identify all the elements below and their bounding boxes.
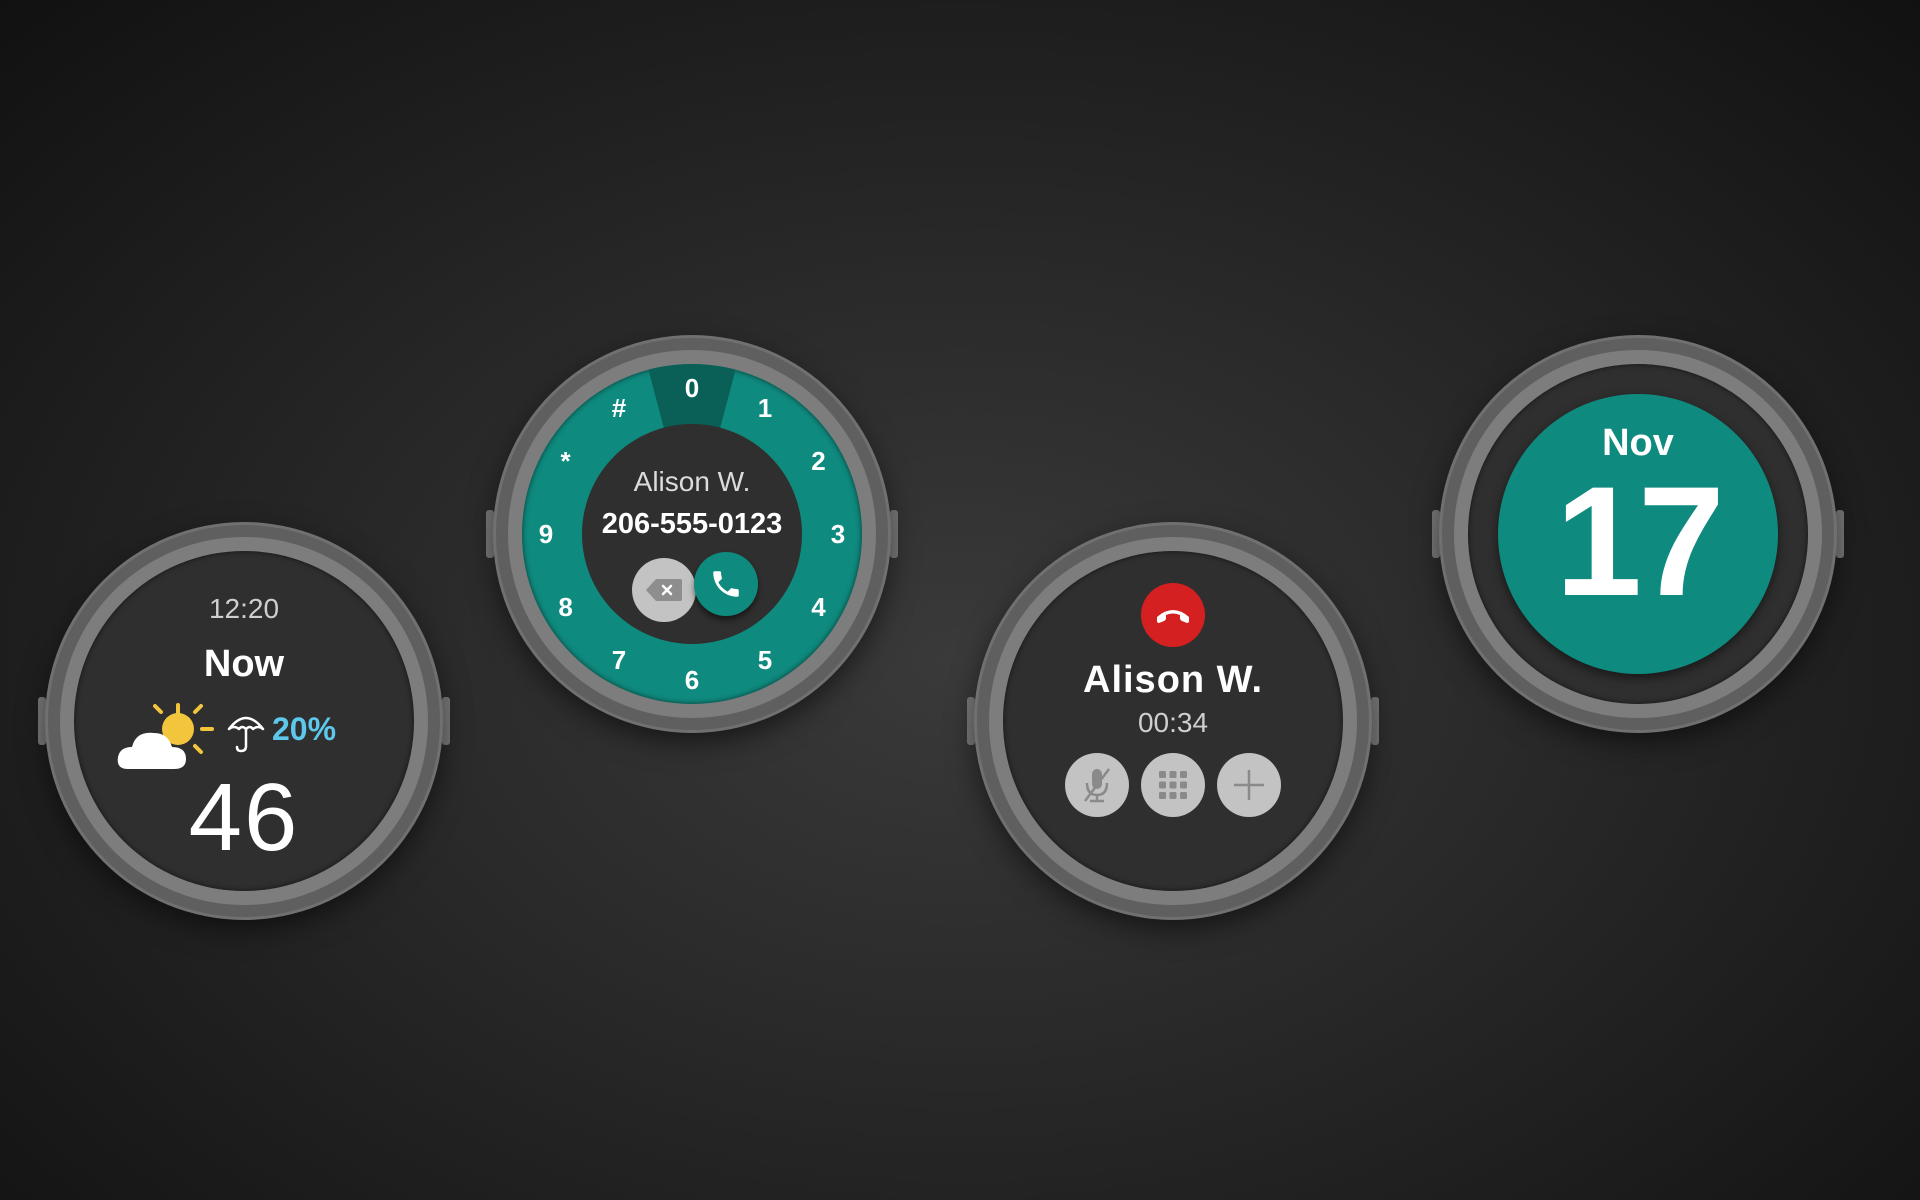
watch-face: Alison W. 00:34 bbox=[1003, 551, 1343, 891]
date-watch: Nov 17 bbox=[1432, 338, 1844, 730]
now-label: Now bbox=[203, 643, 285, 685]
dialer-center: Alison W. 206-555-0123 bbox=[582, 424, 802, 644]
watch-crown-right bbox=[1371, 697, 1379, 745]
temperature-label: 46 bbox=[188, 764, 300, 871]
umbrella-icon bbox=[227, 716, 265, 753]
dial-digit-6[interactable]: 6 bbox=[672, 660, 712, 700]
dial-digit-8[interactable]: 8 bbox=[546, 587, 586, 627]
hang-up-icon bbox=[1157, 610, 1189, 623]
dial-digit-2[interactable]: 2 bbox=[798, 441, 838, 481]
add-call-button[interactable] bbox=[1217, 753, 1281, 817]
call-duration: 00:34 bbox=[1137, 707, 1209, 738]
add-icon bbox=[1234, 770, 1264, 800]
contact-name: Alison W. bbox=[633, 466, 751, 497]
mute-mic-icon bbox=[1084, 768, 1110, 803]
phone-number: 206-555-0123 bbox=[601, 508, 783, 540]
watch-crown-right bbox=[1836, 510, 1844, 558]
dial-digit-1[interactable]: 1 bbox=[745, 388, 785, 428]
watch-crown-left bbox=[967, 697, 975, 745]
call-watch: Alison W. 00:34 bbox=[967, 525, 1379, 917]
keypad-icon bbox=[1159, 771, 1187, 799]
mute-button[interactable] bbox=[1065, 753, 1129, 817]
time-label: 12:20 bbox=[208, 593, 280, 624]
dial-digit-star[interactable]: * bbox=[546, 441, 586, 481]
day-label: 17 bbox=[1555, 455, 1725, 629]
dial-digit-7[interactable]: 7 bbox=[599, 640, 639, 680]
dial-digit-hash[interactable]: # bbox=[599, 388, 639, 428]
dial-digit-4[interactable]: 4 bbox=[798, 587, 838, 627]
backspace-icon bbox=[646, 579, 682, 601]
dial-digit-9[interactable]: 9 bbox=[526, 514, 566, 554]
weather-watch: 12:20 Now 20% 46 bbox=[38, 525, 450, 917]
phone-icon bbox=[713, 571, 739, 597]
watch-crown-left bbox=[1432, 510, 1440, 558]
watch-crown-right bbox=[442, 697, 450, 745]
dial-digit-3[interactable]: 3 bbox=[818, 514, 858, 554]
end-call-button[interactable] bbox=[1141, 583, 1205, 647]
dial-digit-5[interactable]: 5 bbox=[745, 640, 785, 680]
watch-crown-left bbox=[38, 697, 46, 745]
watch-crown-left bbox=[486, 510, 494, 558]
watch-crown-right bbox=[890, 510, 898, 558]
keypad-button[interactable] bbox=[1141, 753, 1205, 817]
call-button[interactable] bbox=[694, 552, 758, 616]
watch-face: Nov 17 bbox=[1468, 364, 1808, 704]
dial-ring[interactable]: 0 1 2 3 4 5 6 7 8 9 * # Alison W. 206-555-0123 bbox=[522, 364, 862, 704]
precipitation-label: 20% bbox=[272, 711, 337, 747]
dialer-watch: 0 1 2 3 4 5 6 7 8 9 * # Alison W. 206-555-0123 bbox=[486, 338, 898, 730]
date-circle[interactable]: Nov 17 bbox=[1498, 394, 1778, 674]
dial-digit-0[interactable]: 0 bbox=[672, 368, 712, 408]
backspace-button[interactable] bbox=[632, 558, 696, 622]
watch-face[interactable]: 12:20 Now 20% 46 bbox=[74, 551, 414, 891]
contact-name: Alison W. bbox=[1083, 659, 1263, 701]
